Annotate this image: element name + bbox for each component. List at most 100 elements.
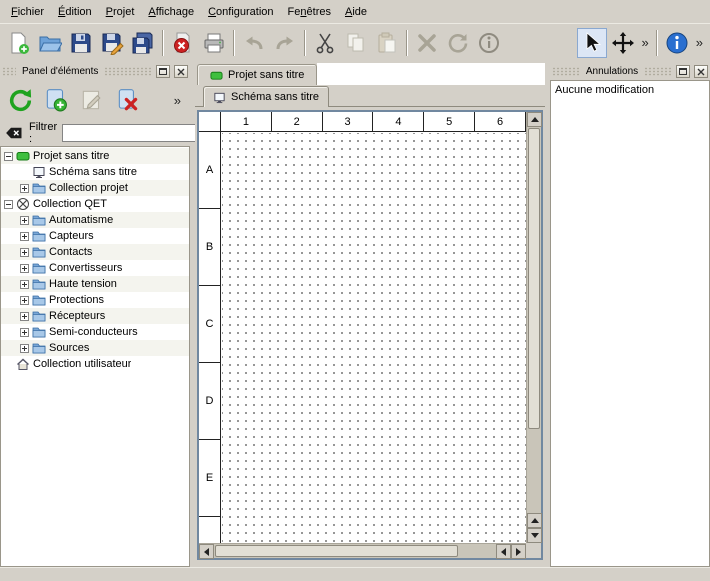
menu-aide[interactable]: Aide — [338, 3, 374, 21]
tree-item-convertisseurs[interactable]: Convertisseurs — [1, 260, 189, 276]
expand-expander-icon[interactable] — [20, 344, 29, 353]
column-ruler: 1 2 3 4 5 6 — [221, 112, 526, 132]
edit-element-button[interactable] — [76, 84, 108, 116]
tree-item-protections[interactable]: Protections — [1, 292, 189, 308]
scroll-down-button[interactable] — [527, 528, 542, 543]
row-header: E — [199, 440, 220, 517]
delete-element-button[interactable] — [112, 84, 144, 116]
tree-item-collection-projet[interactable]: Collection projet — [1, 180, 189, 196]
vertical-scrollbar[interactable] — [526, 112, 541, 543]
menu-edition[interactable]: Édition — [51, 3, 99, 21]
tree-item-automatisme[interactable]: Automatisme — [1, 212, 189, 228]
toolbar-separator — [162, 30, 164, 56]
scroll-left-button[interactable] — [199, 544, 214, 559]
tree-item-haute-tension[interactable]: Haute tension — [1, 276, 189, 292]
undo-history-list[interactable]: Aucune modification — [550, 80, 710, 567]
tree-item-recepteurs[interactable]: Récepteurs — [1, 308, 189, 324]
rotate-icon — [446, 31, 470, 55]
toolbar-overflow-chevron-2[interactable]: » — [693, 35, 706, 50]
tree-item-schema-sans-titre[interactable]: Schéma sans titre — [1, 164, 189, 180]
menu-projet[interactable]: Projet — [99, 3, 142, 21]
save-button[interactable] — [66, 28, 96, 58]
scroll-up-button[interactable] — [527, 112, 542, 127]
about-diagram-button[interactable] — [662, 28, 692, 58]
tree-item-label: Semi-conducteurs — [49, 326, 138, 338]
dock-float-button[interactable] — [156, 65, 170, 78]
folder-icon — [32, 341, 46, 355]
menu-affichage[interactable]: Affichage — [141, 3, 201, 21]
project-subwindow: Schéma sans titre 1 2 3 4 5 — [195, 85, 545, 567]
delete-button[interactable] — [412, 28, 442, 58]
scissors-icon — [313, 31, 337, 55]
new-element-button[interactable] — [40, 84, 72, 116]
collapse-expander-icon[interactable] — [4, 152, 13, 161]
expand-expander-icon[interactable] — [20, 232, 29, 241]
tab-schema-sans-titre[interactable]: Schéma sans titre — [203, 86, 329, 107]
menu-configuration[interactable]: Configuration — [201, 3, 280, 21]
expand-expander-icon[interactable] — [20, 312, 29, 321]
expand-expander-icon[interactable] — [20, 216, 29, 225]
tab-projet-sans-titre[interactable]: Projet sans titre — [197, 64, 317, 85]
copy-button[interactable] — [341, 28, 371, 58]
column-header: 4 — [373, 112, 424, 131]
menu-fichier[interactable]: Fichier — [4, 3, 51, 21]
clear-filter-button[interactable] — [4, 122, 24, 144]
redo-button[interactable] — [270, 28, 300, 58]
arrow-up-icon — [531, 518, 539, 523]
expand-expander-icon[interactable] — [20, 264, 29, 273]
tree-item-contacts[interactable]: Contacts — [1, 244, 189, 260]
menu-fenetres[interactable]: Fenêtres — [281, 3, 338, 21]
horizontal-scroll-thumb[interactable] — [215, 545, 458, 557]
vertical-scroll-thumb[interactable] — [528, 128, 540, 429]
close-icon — [177, 68, 185, 76]
tree-item-collection-utilisateur[interactable]: Collection utilisateur — [1, 356, 189, 372]
tree-item-capteurs[interactable]: Capteurs — [1, 228, 189, 244]
move-mode-button[interactable] — [608, 28, 638, 58]
undo-dock-titlebar[interactable]: Annulations — [550, 63, 710, 80]
reload-panel-button[interactable] — [4, 84, 36, 116]
element-infos-button[interactable] — [474, 28, 504, 58]
paste-button[interactable] — [372, 28, 402, 58]
tree-item-label: Haute tension — [49, 278, 117, 290]
expand-expander-icon[interactable] — [20, 184, 29, 193]
tree-item-sources[interactable]: Sources — [1, 340, 189, 356]
cut-button[interactable] — [310, 28, 340, 58]
rotate-button[interactable] — [443, 28, 473, 58]
expand-expander-icon[interactable] — [20, 280, 29, 289]
scroll-right-button[interactable] — [511, 544, 526, 559]
move-arrows-icon — [611, 31, 635, 55]
project-tabbar: Projet sans titre — [195, 63, 545, 85]
expand-expander-icon[interactable] — [20, 296, 29, 305]
tree-item-projet-sans-titre[interactable]: Projet sans titre — [1, 148, 189, 164]
select-mode-button[interactable] — [577, 28, 607, 58]
column-header: 6 — [475, 112, 526, 131]
schema-grid[interactable] — [222, 133, 526, 543]
tree-item-collection-qet[interactable]: Collection QET — [1, 196, 189, 212]
dock-close-button[interactable] — [174, 65, 188, 78]
scroll-left-button-2[interactable] — [496, 544, 511, 559]
elements-panel-titlebar[interactable]: Panel d'éléments — [0, 63, 190, 80]
menu-label-post: ide — [352, 6, 367, 18]
horizontal-scrollbar[interactable] — [199, 543, 526, 558]
vertical-scroll-track[interactable] — [527, 127, 541, 513]
dock-close-button[interactable] — [694, 65, 708, 78]
scroll-up-button-2[interactable] — [527, 513, 542, 528]
print-button[interactable] — [199, 28, 229, 58]
tree-item-semi-conducteurs[interactable]: Semi-conducteurs — [1, 324, 189, 340]
schema-tab-label: Schéma sans titre — [231, 91, 319, 103]
save-all-button[interactable] — [128, 28, 158, 58]
expand-expander-icon[interactable] — [20, 248, 29, 257]
expand-expander-icon[interactable] — [20, 328, 29, 337]
panel-toolbar-overflow-chevron[interactable]: » — [171, 93, 184, 108]
undo-button[interactable] — [239, 28, 269, 58]
save-as-button[interactable] — [97, 28, 127, 58]
column-header: 3 — [323, 112, 374, 131]
dock-float-button[interactable] — [676, 65, 690, 78]
collapse-expander-icon[interactable] — [4, 200, 13, 209]
schema-scene[interactable]: 1 2 3 4 5 6 A B C D — [199, 112, 526, 543]
toolbar-overflow-chevron[interactable]: » — [639, 35, 652, 50]
open-project-button[interactable] — [35, 28, 65, 58]
close-file-button[interactable] — [168, 28, 198, 58]
new-document-button[interactable] — [4, 28, 34, 58]
horizontal-scroll-track[interactable] — [214, 544, 496, 558]
